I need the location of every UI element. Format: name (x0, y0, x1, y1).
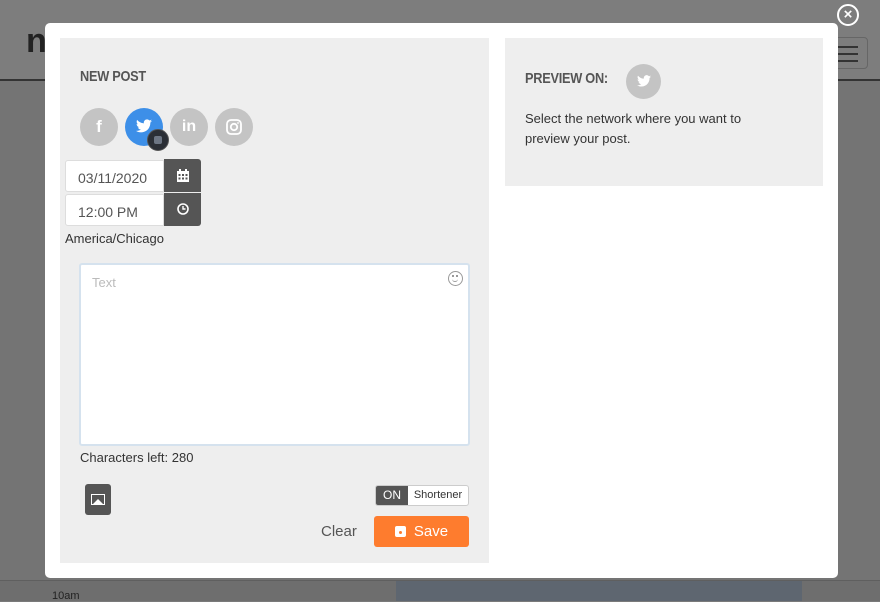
save-button[interactable]: Save (374, 516, 469, 547)
time-input[interactable]: 12:00 PM (65, 194, 164, 226)
facebook-network-button[interactable]: f (80, 108, 118, 146)
background-selected-slot (396, 581, 802, 601)
new-post-title: NEW POST (80, 68, 146, 85)
post-text-placeholder: Text (92, 275, 116, 290)
date-picker-button[interactable] (164, 159, 201, 192)
new-post-modal: NEW POST f in 03/11/2020 12:00 PM Americ… (45, 23, 838, 578)
clear-button[interactable]: Clear (321, 523, 357, 540)
characters-left-label: Characters left: 280 (80, 450, 194, 465)
preview-title: PREVIEW ON: (525, 70, 608, 87)
calendar-icon (176, 169, 189, 182)
shortener-toggle[interactable]: ON Shortener (375, 485, 469, 506)
post-text-input[interactable]: Text (79, 263, 470, 446)
twitter-icon (636, 75, 651, 87)
background-calendar-row (0, 580, 880, 601)
shortener-state: ON (376, 486, 408, 505)
image-icon (91, 494, 105, 505)
instagram-network-button[interactable] (215, 108, 253, 146)
linkedin-network-button[interactable]: in (170, 108, 208, 146)
timezone-label: America/Chicago (65, 231, 164, 246)
instagram-icon (226, 119, 242, 135)
shortener-label: Shortener (413, 489, 463, 501)
date-input[interactable]: 03/11/2020 (65, 160, 164, 192)
save-label: Save (413, 523, 449, 540)
background-time-label: 10am (52, 590, 80, 602)
linkedin-icon: in (181, 118, 197, 135)
preview-panel: PREVIEW ON: Select the network where you… (505, 38, 823, 186)
background-logo: n (26, 22, 47, 60)
preview-description: Select the network where you want to pre… (525, 111, 742, 146)
account-avatar (147, 129, 169, 151)
preview-twitter-button[interactable] (626, 64, 661, 99)
facebook-icon: f (96, 117, 102, 136)
clock-icon (176, 203, 189, 215)
add-image-button[interactable] (85, 484, 111, 515)
emoji-icon[interactable] (448, 271, 463, 286)
save-icon (394, 526, 406, 537)
close-modal-button[interactable]: × (837, 4, 859, 26)
close-icon: × (843, 6, 853, 23)
new-post-panel: NEW POST f in 03/11/2020 12:00 PM Americ… (60, 38, 489, 563)
time-picker-button[interactable] (164, 193, 201, 226)
